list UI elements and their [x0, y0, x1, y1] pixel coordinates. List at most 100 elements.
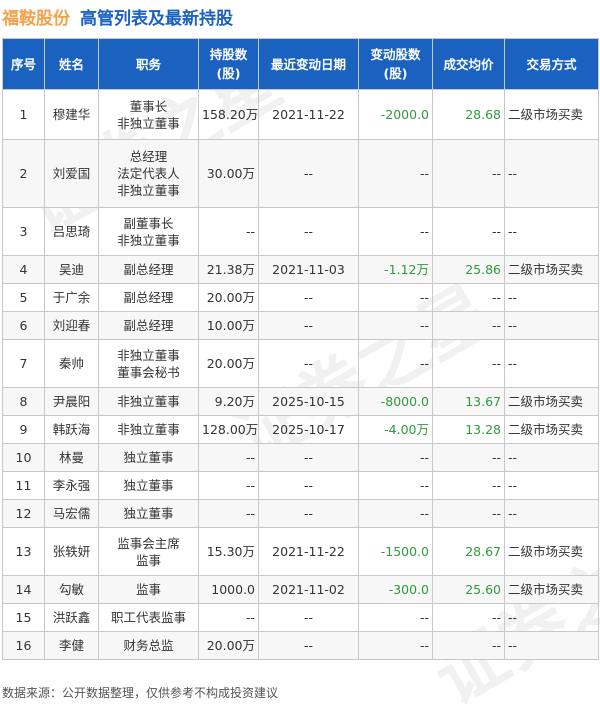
change-shares-cell: --: [358, 339, 433, 388]
position-line: 非独立董事: [117, 232, 180, 248]
name-cell: 吕思琦: [44, 207, 99, 256]
position-line: 总经理: [129, 149, 168, 164]
avg-price-cell: 28.67: [432, 527, 505, 576]
change-date-cell: --: [258, 631, 359, 660]
change-date-cell: 2021-11-03: [258, 255, 359, 284]
change-shares-cell: --: [358, 603, 433, 632]
trade-method-cell: --: [504, 499, 599, 528]
change-date-cell: 2021-11-22: [258, 89, 359, 140]
change-date-cell: --: [258, 471, 359, 500]
change-shares-cell: -1500.0: [358, 527, 433, 576]
page-title: 高管列表及最新持股: [80, 8, 233, 29]
trade-method-cell: --: [504, 339, 599, 388]
position-cell: 总经理 法定代表人 非独立董事: [98, 139, 199, 208]
trade-method-cell: --: [504, 311, 599, 340]
position-cell: 财务总监: [98, 631, 199, 660]
position-cell: 监事会主席 监事: [98, 527, 199, 576]
change-shares-cell: --: [358, 311, 433, 340]
row-index-cell: 13: [2, 527, 45, 576]
position-cell: 非独立董事: [98, 387, 199, 416]
row-index-cell: 11: [2, 471, 45, 500]
change-shares-cell: --: [358, 283, 433, 312]
position-line: 非独立董事: [117, 422, 180, 437]
avg-price-cell: --: [432, 443, 505, 472]
shares-cell: --: [198, 499, 259, 528]
row-index-cell: 5: [2, 283, 45, 312]
column-header: 最近变动日期: [258, 38, 359, 90]
name-cell: 马宏儒: [44, 499, 99, 528]
column-header: 姓名: [44, 38, 99, 90]
row-index-cell: 14: [2, 575, 45, 604]
name-cell: 吴迪: [44, 255, 99, 284]
shares-cell: --: [198, 443, 259, 472]
shares-cell: --: [198, 471, 259, 500]
position-line: 董事会秘书: [117, 364, 180, 380]
position-line: 非独立董事: [117, 115, 180, 131]
trade-method-cell: 二级市场买卖: [504, 387, 599, 416]
change-date-cell: 2021-11-22: [258, 527, 359, 576]
position-cell: 独立董事: [98, 443, 199, 472]
avg-price-cell: --: [432, 339, 505, 388]
table-row: 5 于广余 副总经理 20.00万 -- -- -- --: [2, 283, 599, 312]
stock-name[interactable]: 福鞍股份: [2, 4, 70, 29]
position-cell: 独立董事: [98, 499, 199, 528]
table-row: 6 刘迎春 副总经理 10.00万 -- -- -- --: [2, 311, 599, 340]
change-date-cell: --: [258, 499, 359, 528]
column-header: 序号: [2, 38, 45, 90]
row-index-cell: 1: [2, 89, 45, 140]
position-line: 副总经理: [123, 262, 174, 277]
position-line: 监事会主席: [117, 535, 180, 551]
table-row: 10 林曼 独立董事 -- -- -- -- --: [2, 443, 599, 472]
change-date-cell: 2021-11-02: [258, 575, 359, 604]
name-cell: 韩跃海: [44, 415, 99, 444]
row-index-cell: 15: [2, 603, 45, 632]
change-shares-cell: -2000.0: [358, 89, 433, 140]
data-source-note: 数据来源：公开数据整理，仅供参考不构成投资建议: [2, 686, 279, 700]
table-row: 1 穆建华 董事长 非独立董事 158.20万 2021-11-22 -2000.0 28.6…: [2, 89, 599, 140]
row-index-cell: 3: [2, 207, 45, 256]
shares-cell: 15.30万: [198, 527, 259, 576]
name-cell: 刘迎春: [44, 311, 99, 340]
row-index-cell: 10: [2, 443, 45, 472]
position-line: 独立董事: [123, 506, 174, 521]
trade-method-cell: --: [504, 207, 599, 256]
column-header: 职务: [98, 38, 199, 90]
change-shares-cell: --: [358, 139, 433, 208]
name-cell: 张轶妍: [44, 527, 99, 576]
position-cell: 非独立董事: [98, 415, 199, 444]
table-row: 2 刘爱国 总经理 法定代表人 非独立董事 30.00万 -- -- -- --: [2, 139, 599, 208]
trade-method-cell: --: [504, 443, 599, 472]
trade-method-cell: --: [504, 283, 599, 312]
table-row: 8 尹晨阳 非独立董事 9.20万 2025-10-15 -8000.0 13.67 二级市场…: [2, 387, 599, 416]
table-row: 4 吴迪 副总经理 21.38万 2021-11-03 -1.12万 25.86 二级市场买卖: [2, 255, 599, 284]
avg-price-cell: --: [432, 631, 505, 660]
position-cell: 副总经理: [98, 283, 199, 312]
row-index-cell: 2: [2, 139, 45, 208]
avg-price-cell: --: [432, 283, 505, 312]
table-row: 13 张轶妍 监事会主席 监事 15.30万 2021-11-22 -1500.0 28.67…: [2, 527, 599, 576]
row-index-cell: 7: [2, 339, 45, 388]
table-row: 7 秦帅 非独立董事 董事会秘书 20.00万 -- -- -- --: [2, 339, 599, 388]
change-date-cell: --: [258, 443, 359, 472]
position-line: 独立董事: [123, 450, 174, 465]
avg-price-cell: 28.68: [432, 89, 505, 140]
row-index-cell: 8: [2, 387, 45, 416]
name-cell: 穆建华: [44, 89, 99, 140]
change-shares-cell: --: [358, 207, 433, 256]
shares-cell: 20.00万: [198, 631, 259, 660]
position-cell: 副总经理: [98, 255, 199, 284]
shares-cell: 10.00万: [198, 311, 259, 340]
avg-price-cell: --: [432, 603, 505, 632]
avg-price-cell: 25.60: [432, 575, 505, 604]
shares-cell: 21.38万: [198, 255, 259, 284]
trade-method-cell: 二级市场买卖: [504, 89, 599, 140]
name-cell: 秦帅: [44, 339, 99, 388]
position-cell: 董事长 非独立董事: [98, 89, 199, 140]
name-cell: 林曼: [44, 443, 99, 472]
row-index-cell: 16: [2, 631, 45, 660]
position-line: 非独立董事: [117, 347, 180, 363]
avg-price-cell: --: [432, 207, 505, 256]
change-shares-cell: -4.00万: [358, 415, 433, 444]
change-shares-cell: -8000.0: [358, 387, 433, 416]
row-index-cell: 4: [2, 255, 45, 284]
